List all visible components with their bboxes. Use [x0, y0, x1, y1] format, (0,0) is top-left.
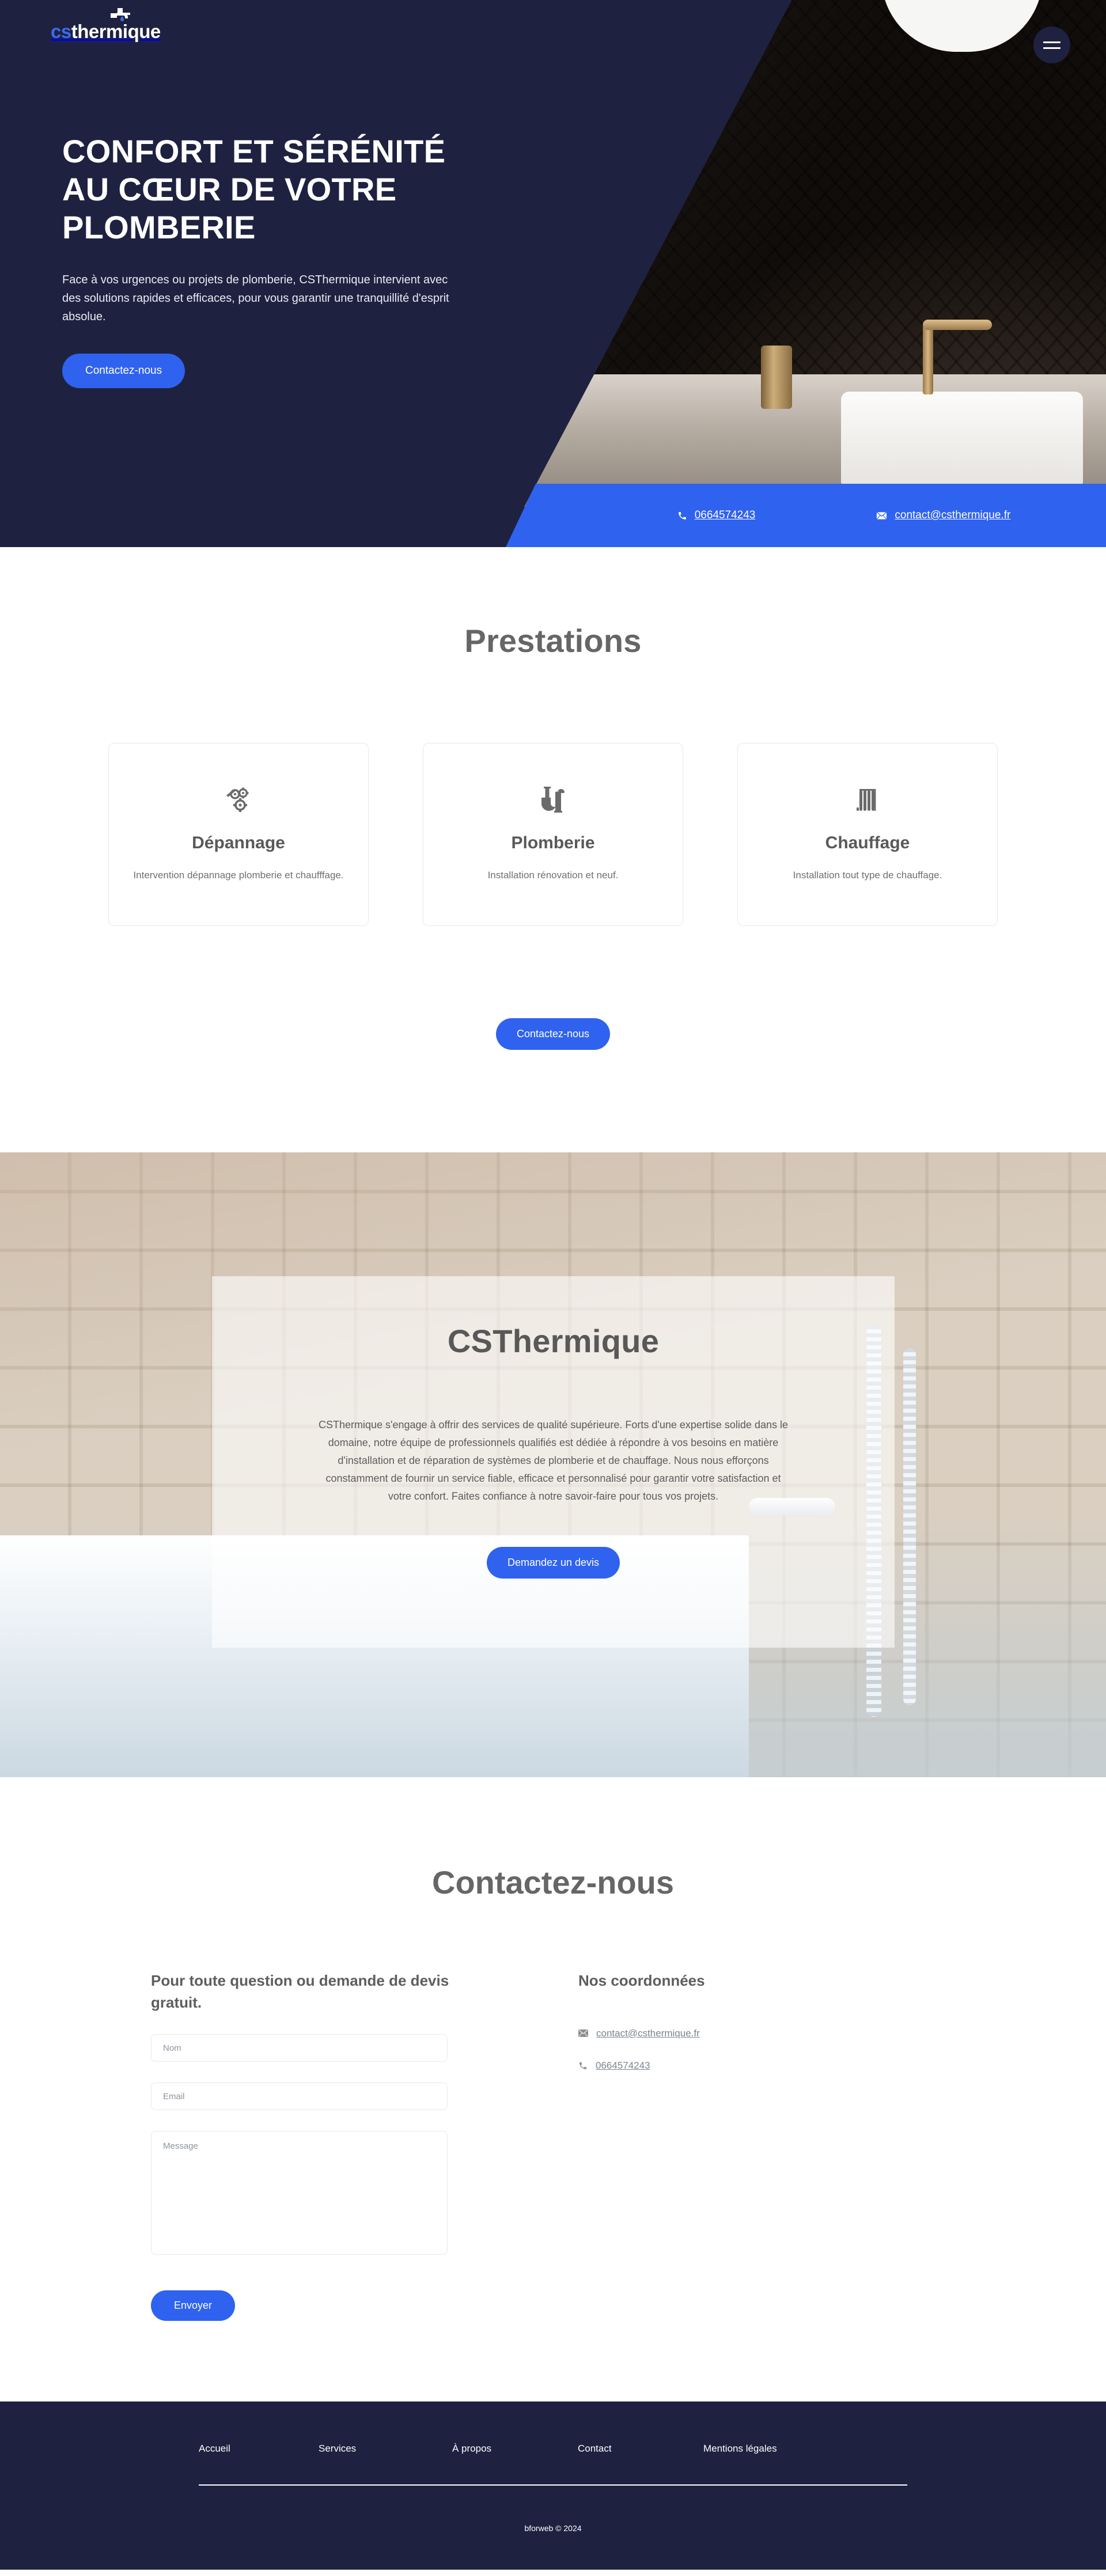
- coordinates-list: contact@csthermique.fr 0664574243: [578, 2028, 848, 2072]
- radiator-icon: [855, 786, 880, 814]
- service-card-depannage[interactable]: Dépannage Intervention dépannage plomber…: [108, 743, 369, 926]
- site-footer: Accueil Services À propos Contact Mentio…: [0, 2402, 1106, 2570]
- hamburger-menu-button[interactable]: [1033, 26, 1070, 63]
- faucet-icon: [111, 8, 130, 21]
- footer-link-contact[interactable]: Contact: [578, 2443, 703, 2454]
- hero-photo-window-light: [881, 0, 1043, 52]
- service-card-desc: Intervention dépannage plomberie et chau…: [133, 870, 344, 881]
- prestations-contact-button[interactable]: Contactez-nous: [495, 1018, 611, 1050]
- coordinates-heading: Nos coordonnées: [578, 1972, 705, 1989]
- service-card-desc: Installation tout type de chauffage.: [793, 870, 942, 881]
- hero-phone-text: 0664574243: [694, 509, 756, 521]
- footer-link-services[interactable]: Services: [319, 2443, 452, 2454]
- hero-section: csthermique CONFORT ET SÉRÉNITÉ AU CŒUR …: [0, 0, 1106, 547]
- hero-email-link[interactable]: contact@csthermique.fr: [876, 509, 1010, 522]
- service-card-title: Plomberie: [511, 833, 595, 853]
- logo-cs: cs: [51, 21, 71, 42]
- envelope-icon: [876, 511, 888, 520]
- coordinates-email-text: contact@csthermique.fr: [596, 2027, 700, 2039]
- prestations-card-list: Dépannage Intervention dépannage plomber…: [0, 743, 1106, 926]
- service-card-chauffage[interactable]: Chauffage Installation tout type de chau…: [737, 743, 998, 926]
- prestations-title: Prestations: [464, 623, 642, 659]
- about-cta-wrap: Demandez un devis: [486, 1546, 620, 1579]
- logo-wordmark: csthermique: [51, 22, 161, 41]
- footer-copyright: bforweb © 2024: [524, 2524, 582, 2533]
- coordinates-phone-text: 0664574243: [596, 2059, 650, 2071]
- prestations-section: Prestations Dépannage Intervention dépan…: [0, 547, 1106, 1152]
- pipe-siphon-icon: [541, 786, 565, 814]
- prestations-cta-wrap: Contactez-nous: [0, 1018, 1106, 1152]
- hero-phone-link[interactable]: 0664574243: [677, 509, 756, 522]
- footer-nav: Accueil Services À propos Contact Mentio…: [199, 2443, 907, 2486]
- footer-link-accueil[interactable]: Accueil: [199, 2443, 319, 2454]
- contact-coordinates-column: Nos coordonnées contact@csthermique.fr 0…: [491, 1970, 848, 2321]
- hero-contact-button[interactable]: Contactez-nous: [62, 354, 185, 389]
- hero-photo-soap-dispenser: [761, 346, 792, 409]
- envelope-icon: [578, 2029, 588, 2038]
- contact-title: Contactez-nous: [432, 1864, 674, 1900]
- footer-link-a-propos[interactable]: À propos: [452, 2443, 578, 2454]
- contact-columns: Pour toute question ou demande de devis …: [0, 1970, 1106, 2321]
- coordinates-phone-link[interactable]: 0664574243: [578, 2060, 848, 2072]
- service-card-plomberie[interactable]: Plomberie Installation rénovation et neu…: [423, 743, 683, 926]
- hero-background-photo: [524, 0, 1106, 507]
- hamburger-line-1: [1043, 41, 1060, 43]
- phone-icon: [678, 511, 686, 519]
- service-card-title: Dépannage: [192, 833, 285, 853]
- email-input[interactable]: [151, 2082, 448, 2111]
- footer-link-mentions-legales[interactable]: Mentions légales: [703, 2443, 777, 2454]
- message-input[interactable]: [151, 2131, 448, 2255]
- service-card-desc: Installation rénovation et neuf.: [487, 870, 619, 881]
- contact-form-column: Pour toute question ou demande de devis …: [151, 1970, 491, 2321]
- coordinates-email-link[interactable]: contact@csthermique.fr: [578, 2028, 848, 2039]
- hero-photo-faucet: [923, 320, 992, 394]
- hero-email-text: contact@csthermique.fr: [895, 509, 1011, 521]
- name-input[interactable]: [151, 2034, 448, 2062]
- contact-section: Contactez-nous Pour toute question ou de…: [0, 1777, 1106, 2402]
- contact-form-heading: Pour toute question ou demande de devis …: [151, 1972, 449, 2011]
- send-button[interactable]: Envoyer: [151, 2290, 236, 2321]
- phone-icon: [579, 2062, 587, 2069]
- about-overlay-card: CSThermique CSThermique s'engage à offri…: [212, 1276, 895, 1648]
- gears-repair-icon: [225, 786, 252, 814]
- hero-photo-basin: [841, 392, 1083, 490]
- about-text: CSThermique s'engage à offrir des servic…: [319, 1419, 788, 1502]
- hero-title: CONFORT ET SÉRÉNITÉ AU CŒUR DE VOTRE PLO…: [62, 133, 446, 246]
- about-section: CSThermique CSThermique s'engage à offri…: [0, 1152, 1106, 1777]
- service-card-title: Chauffage: [825, 833, 910, 853]
- site-logo[interactable]: csthermique: [51, 8, 161, 41]
- about-title: CSThermique: [447, 1323, 660, 1359]
- hero-subtitle: Face à vos urgences ou projets de plombe…: [62, 274, 449, 324]
- hero-copy: CONFORT ET SÉRÉNITÉ AU CŒUR DE VOTRE PLO…: [62, 132, 500, 389]
- hamburger-line-2: [1043, 47, 1060, 49]
- about-photo-shower-hose-2: [903, 1348, 916, 1705]
- about-quote-button[interactable]: Demandez un devis: [486, 1546, 620, 1579]
